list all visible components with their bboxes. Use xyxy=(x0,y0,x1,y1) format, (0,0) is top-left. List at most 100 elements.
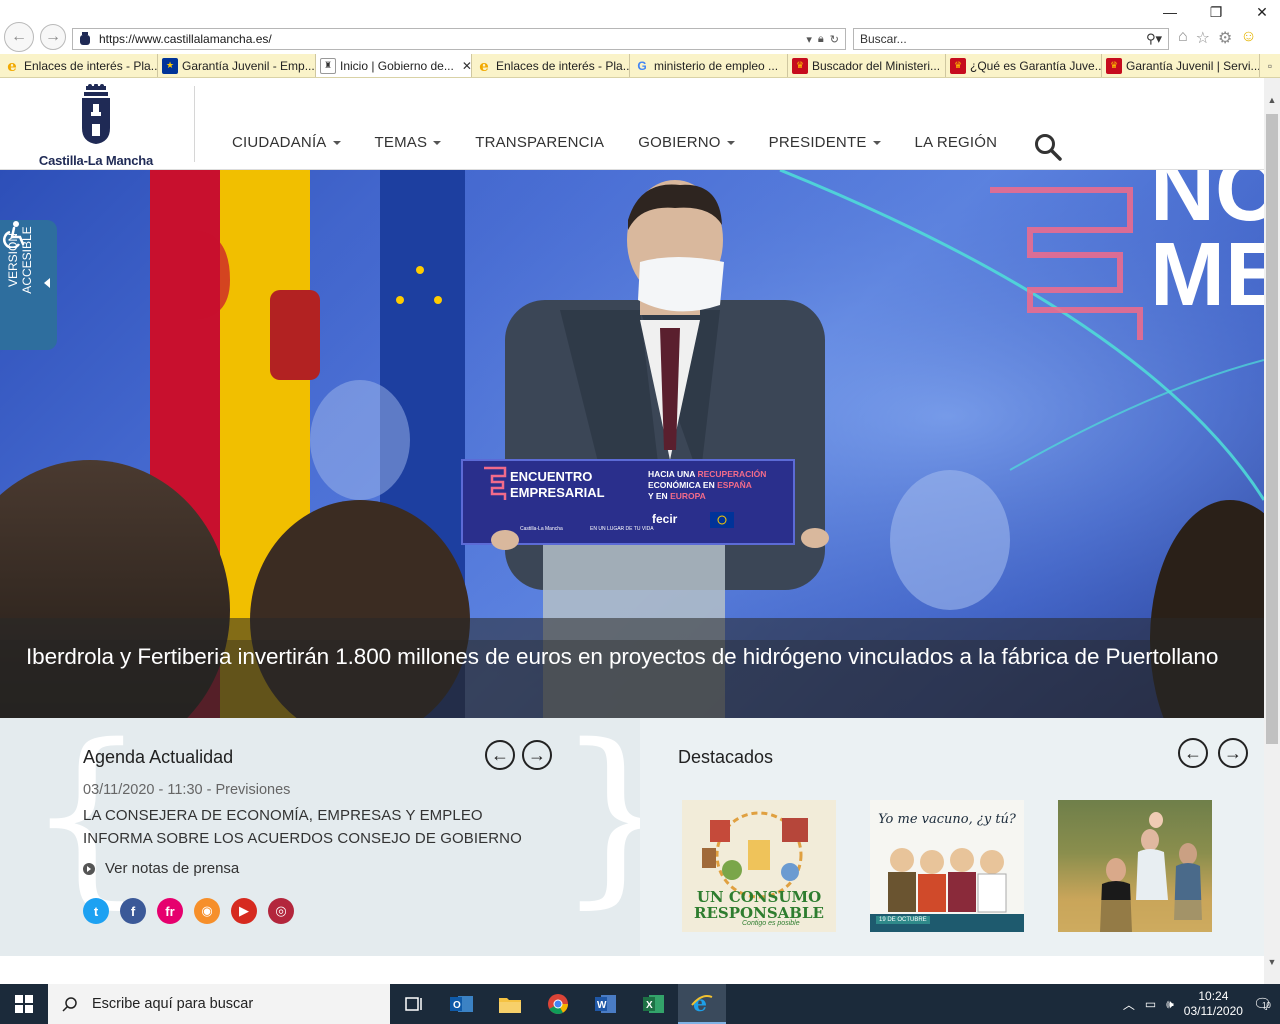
lectern-text: EN UN LUGAR DE TU VIDA xyxy=(590,526,654,532)
refresh-icon[interactable]: ↻ xyxy=(830,33,839,46)
destacados-panel: Destacados ← → UN CONSUMO RESPONSABLE Co… xyxy=(640,718,1264,956)
clm-icon: ♜ xyxy=(320,57,336,74)
page-scrollbar[interactable]: ▲ ▼ xyxy=(1264,78,1280,984)
tab-inicio-active[interactable]: ♜ Inicio | Gobierno de... ✕ xyxy=(316,54,472,77)
caret-down-icon xyxy=(872,140,881,145)
agenda-next-button[interactable]: → xyxy=(522,740,552,770)
tab-buscador[interactable]: ♛ Buscador del Ministeri... xyxy=(788,54,946,77)
destacado-familia[interactable] xyxy=(1058,800,1212,932)
taskbar-search[interactable]: Escribe aquí para buscar xyxy=(48,984,390,1024)
tab-ministerio[interactable]: G ministerio de empleo ... xyxy=(630,54,788,77)
tab-label: Enlaces de interés - Pla... xyxy=(24,58,158,73)
castilla-la-mancha-crest-icon xyxy=(82,83,110,144)
nav-presidente[interactable]: PRESIDENTE xyxy=(769,134,881,151)
restore-icon[interactable]: ❐ xyxy=(1206,4,1226,21)
settings-gear-icon[interactable]: ⚙ xyxy=(1218,28,1232,48)
close-tab-icon[interactable]: ✕ xyxy=(462,59,471,73)
url-text[interactable]: https://www.castillalamancha.es/ xyxy=(99,32,806,46)
address-bar[interactable]: https://www.castillalamancha.es/ ▾ 🔒︎ ↻ xyxy=(72,28,846,50)
scroll-down-icon[interactable]: ▼ xyxy=(1264,954,1280,970)
file-explorer-icon[interactable] xyxy=(486,984,534,1024)
smiley-feedback-icon[interactable]: ☺ xyxy=(1240,28,1256,48)
notifications-icon[interactable]: 🗨︎ 10 xyxy=(1253,995,1272,1013)
chrome-icon[interactable] xyxy=(534,984,582,1024)
twitter-icon[interactable]: t xyxy=(83,898,109,924)
browser-search-box[interactable]: Buscar... ⚲▾ xyxy=(853,28,1169,50)
home-icon[interactable]: ⌂ xyxy=(1178,28,1188,48)
flickr-icon[interactable]: fr xyxy=(157,898,183,924)
nav-transparencia[interactable]: TRANSPARENCIA xyxy=(475,134,604,151)
site-logo[interactable]: Castilla-La Mancha xyxy=(30,83,162,168)
site-search-button[interactable] xyxy=(1033,132,1063,162)
destacados-next-button[interactable]: → xyxy=(1218,738,1248,768)
agenda-panel: { } Agenda Actualidad ← → 03/11/2020 - 1… xyxy=(0,718,677,956)
accessible-version-tab[interactable]: VERSIÓN ACCESIBLE xyxy=(0,220,57,350)
hero-caption-bar[interactable]: Iberdrola y Fertiberia invertirán 1.800 … xyxy=(0,618,1264,718)
lock-icon[interactable]: 🔒︎ xyxy=(818,33,824,46)
destacados-prev-button[interactable]: ← xyxy=(1178,738,1208,768)
arrow-left-icon: ← xyxy=(1184,743,1202,763)
hero-caption-text[interactable]: Iberdrola y Fertiberia invertirán 1.800 … xyxy=(26,642,1238,672)
destacado-consumo-responsable[interactable]: UN CONSUMO RESPONSABLE Contigo es posibl… xyxy=(682,800,836,932)
tab-enlaces-1[interactable]: e Enlaces de interés - Pla... xyxy=(0,54,158,77)
outlook-icon[interactable]: O xyxy=(438,984,486,1024)
volume-icon[interactable]: 🕪︎ xyxy=(1166,997,1174,1012)
close-window-icon[interactable]: ✕ xyxy=(1252,4,1272,21)
youtube-icon[interactable]: ▶ xyxy=(231,898,257,924)
show-hidden-icons-icon[interactable]: ︿ xyxy=(1123,996,1135,1013)
taskbar-search-placeholder[interactable]: Escribe aquí para buscar xyxy=(92,996,253,1012)
nav-temas[interactable]: TEMAS xyxy=(375,134,442,151)
internet-explorer-icon[interactable]: e xyxy=(678,984,726,1024)
hero-slider[interactable]: NC ME ENCUENTRO EMPRESARIAL HACIA UNA RE… xyxy=(0,170,1264,718)
play-bullet-icon xyxy=(83,862,95,875)
back-button[interactable]: ← xyxy=(4,22,34,52)
network-icon[interactable]: ▭ xyxy=(1145,997,1156,1011)
lectern-text: Y EN xyxy=(648,491,668,501)
instagram-icon[interactable]: ◎ xyxy=(268,898,294,924)
browser-search-placeholder[interactable]: Buscar... xyxy=(860,32,1146,46)
task-view-icon[interactable] xyxy=(390,984,438,1024)
facebook-icon[interactable]: f xyxy=(120,898,146,924)
nav-label: GOBIERNO xyxy=(638,134,721,151)
search-icon xyxy=(62,997,77,1012)
nav-la-region[interactable]: LA REGIÓN xyxy=(915,134,998,151)
svg-text:HACIA UNA RECUPERACIÓN: HACIA UNA RECUPERACIÓN xyxy=(648,468,766,479)
dropdown-arrow-icon[interactable]: ▾ xyxy=(806,33,812,46)
destacado-vacunacion[interactable]: Yo me vacuno, ¿y tú? 19 DE OCTUBRE xyxy=(870,800,1024,932)
clock-time: 10:24 xyxy=(1198,989,1229,1003)
scrollbar-thumb[interactable] xyxy=(1266,114,1278,744)
excel-icon[interactable]: X xyxy=(630,984,678,1024)
agenda-prev-button[interactable]: ← xyxy=(485,740,515,770)
tab-servicio[interactable]: ♛ Garantía Juvenil | Servi... xyxy=(1102,54,1260,77)
system-tray: ︿ ▭ 🕪︎ 10:24 03/11/2020 🗨︎ 10 xyxy=(1123,984,1280,1024)
vacuno-badge: 19 DE OCTUBRE xyxy=(876,916,930,924)
forward-button[interactable]: → xyxy=(40,24,66,50)
press-notes-link[interactable]: Ver notas de prensa xyxy=(83,860,239,877)
agenda-headline[interactable]: LA CONSEJERA DE ECONOMÍA, EMPRESAS Y EMP… xyxy=(83,804,553,850)
windows-taskbar: Escribe aquí para buscar O W X e ︿ ▭ 🕪︎ … xyxy=(0,984,1280,1024)
header-divider xyxy=(194,86,195,162)
search-icon xyxy=(1035,134,1062,161)
windows-logo-icon xyxy=(15,995,33,1013)
scroll-up-icon[interactable]: ▲ xyxy=(1264,92,1280,108)
favorites-star-icon[interactable]: ☆ xyxy=(1196,28,1210,48)
lectern-text: HACIA UNA xyxy=(648,469,695,479)
magnifier-icon[interactable]: ⚲▾ xyxy=(1146,31,1162,47)
tab-que-es[interactable]: ♛ ¿Qué es Garantía Juve... xyxy=(946,54,1102,77)
word-icon[interactable]: W xyxy=(582,984,630,1024)
tab-bar: e Enlaces de interés - Pla... ★ Garantía… xyxy=(0,54,1280,78)
spain-crest-icon: ♛ xyxy=(950,57,966,74)
tab-label: Buscador del Ministeri... xyxy=(812,58,941,73)
nav-gobierno[interactable]: GOBIERNO xyxy=(638,134,735,151)
new-tab-button[interactable]: ▫ xyxy=(1260,54,1280,77)
minimize-icon[interactable]: — xyxy=(1160,4,1180,21)
taskbar-clock[interactable]: 10:24 03/11/2020 xyxy=(1184,989,1243,1019)
rss-icon[interactable]: ◉ xyxy=(194,898,220,924)
logo-text: Castilla-La Mancha xyxy=(38,153,154,168)
tab-label: ¿Qué es Garantía Juve... xyxy=(970,58,1102,73)
start-button[interactable] xyxy=(0,984,48,1024)
nav-ciudadania[interactable]: CIUDADANÍA xyxy=(232,134,341,151)
tab-enlaces-2[interactable]: e Enlaces de interés - Pla... xyxy=(472,54,630,77)
tab-garantia-juvenil[interactable]: ★ Garantía Juvenil - Emp... xyxy=(158,54,316,77)
tab-label: Inicio | Gobierno de... xyxy=(340,58,454,73)
